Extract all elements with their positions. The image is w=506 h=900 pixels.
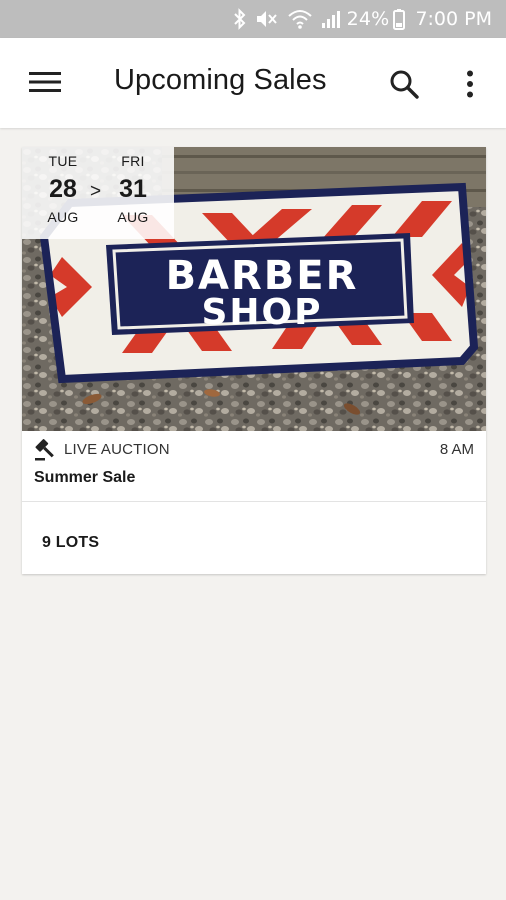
wifi-icon — [287, 8, 313, 30]
start-date: TUE 28 AUG — [40, 153, 86, 225]
sale-name: Summer Sale — [34, 469, 136, 486]
sale-card[interactable]: BARBER SHOP TUE 28 AUG > FRI 31 AUG LIVE… — [22, 147, 486, 574]
battery-percent: 24% — [346, 8, 390, 30]
date-separator: > — [90, 181, 102, 202]
bluetooth-icon — [233, 8, 247, 30]
menu-button[interactable] — [24, 64, 66, 100]
start-day: 28 — [49, 175, 77, 203]
sale-meta: LIVE AUCTION 8 AM — [34, 439, 474, 461]
end-day-of-week: FRI — [121, 153, 145, 169]
sign-text-shop: SHOP — [201, 292, 322, 333]
end-day: 31 — [119, 175, 147, 203]
sale-image: BARBER SHOP TUE 28 AUG > FRI 31 AUG — [22, 147, 486, 431]
search-icon — [390, 70, 419, 99]
page-title: Upcoming Sales — [114, 64, 327, 96]
status-time: 7:00 PM — [415, 8, 492, 30]
signal-icon — [321, 8, 341, 30]
sale-date-range: TUE 28 AUG > FRI 31 AUG — [22, 147, 174, 239]
mute-icon — [255, 8, 279, 30]
end-month: AUG — [117, 209, 149, 225]
app-bar: Upcoming Sales — [0, 38, 506, 128]
start-month: AUG — [47, 209, 79, 225]
card-divider — [22, 501, 486, 502]
more-vert-icon — [467, 70, 473, 98]
lots-count[interactable]: 9 LOTS — [42, 534, 99, 552]
start-day-of-week: TUE — [48, 153, 78, 169]
end-date: FRI 31 AUG — [110, 153, 156, 225]
more-options-button[interactable] — [452, 62, 488, 106]
status-bar: 24% 7:00 PM — [0, 0, 506, 38]
search-button[interactable] — [382, 62, 426, 106]
auction-type: LIVE AUCTION — [64, 441, 170, 458]
menu-icon — [29, 72, 61, 92]
sale-time: 8 AM — [439, 441, 474, 458]
gavel-icon — [35, 439, 54, 461]
battery-icon — [393, 8, 406, 30]
